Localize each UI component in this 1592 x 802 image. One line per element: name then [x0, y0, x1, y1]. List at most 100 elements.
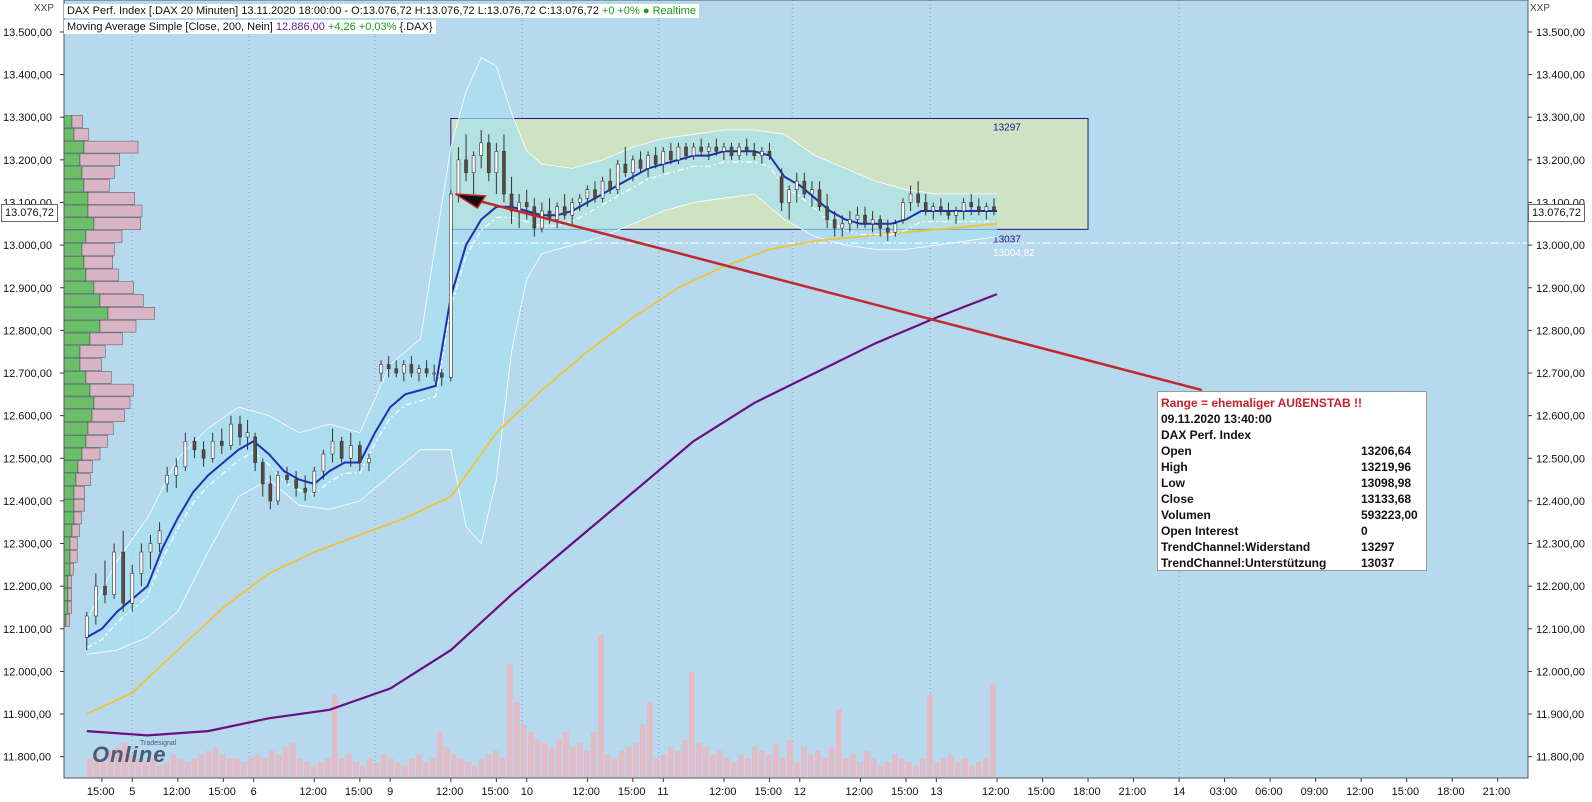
volume-bar: [870, 758, 877, 777]
volume-profile-buy-bar: [63, 140, 85, 154]
candle-body: [148, 543, 153, 553]
candle-body: [969, 202, 974, 208]
volume-profile-buy-bar: [63, 511, 75, 525]
volume-bar: [891, 754, 898, 777]
candle-body: [977, 206, 981, 212]
volume-bar: [955, 762, 961, 777]
logo-brand: Tradesignal: [140, 740, 177, 747]
volume-profile-buy-bar: [63, 409, 93, 422]
candle-body: [810, 189, 814, 195]
candle-body: [699, 146, 703, 152]
volume-profile-sell-bar: [81, 243, 115, 256]
y-tick-label-right: 12.200,00: [1536, 581, 1585, 593]
volume-bar: [303, 762, 310, 777]
candle-body: [691, 146, 696, 156]
x-tick-label: 13: [930, 786, 942, 798]
x-tick-label: 14: [1173, 786, 1185, 798]
info-row-low: Low 13098,98: [1161, 475, 1426, 491]
info-title-row: Range = ehemaliger AUßENSTAB !!: [1161, 395, 1426, 411]
volume-bar: [793, 762, 800, 777]
current-price-tag-left: 13.076,72: [1, 204, 58, 222]
candle-body: [479, 142, 484, 156]
volume-profile-buy-bar: [63, 153, 81, 167]
volume-profile-buy-bar: [63, 498, 75, 512]
level-line-label: 13004,82: [993, 248, 1035, 259]
candle-body: [449, 193, 453, 378]
volume-bar: [646, 702, 653, 777]
volume-bar: [933, 762, 940, 777]
volume-bar: [548, 747, 555, 777]
volume-bar: [990, 683, 996, 777]
x-tick-label: 15:00: [891, 786, 919, 798]
volume-bar: [254, 754, 261, 777]
volume-profile-sell-bar: [67, 575, 72, 589]
candle-body: [157, 530, 162, 544]
candle-body: [848, 219, 852, 225]
volume-bar: [604, 754, 611, 777]
x-tick-label: 5: [129, 786, 135, 798]
volume-bar: [415, 754, 422, 777]
x-tick-label: 15:00: [618, 786, 646, 798]
volume-profile-sell-bar: [85, 230, 123, 243]
info-row-high: High 13219,96: [1161, 459, 1426, 475]
plot-area: [64, 0, 1528, 778]
candle-body: [593, 189, 597, 199]
candle-body: [379, 364, 383, 374]
volume-bar: [660, 754, 667, 777]
x-tick-label: 18:00: [1073, 786, 1101, 798]
volume-profile-buy-bar: [63, 550, 71, 563]
volume-profile-sell-bar: [67, 588, 72, 601]
volume-bar: [562, 732, 569, 777]
y-tick-label-left: 12.500,00: [3, 453, 52, 465]
x-tick-label: 12:00: [436, 786, 464, 798]
candle-body: [130, 573, 135, 604]
axis-corner-left: XXP: [34, 3, 54, 14]
info-row-open: Open 13206,64: [1161, 443, 1426, 459]
candle-body: [570, 202, 575, 216]
candle-body: [714, 146, 719, 152]
candle-body: [84, 615, 89, 638]
candle-body: [623, 163, 628, 173]
volume-bar: [730, 762, 737, 777]
info-key: Open: [1161, 444, 1192, 458]
volume-bar: [401, 765, 408, 777]
y-tick-label-left: 12.100,00: [3, 624, 52, 636]
candle-body: [916, 193, 920, 203]
y-tick-label-right: 12.300,00: [1536, 539, 1585, 551]
header-change: +0 +0%: [601, 5, 640, 17]
sma-legend-symbol: {.DAX}: [399, 21, 433, 33]
candle-body: [760, 151, 764, 156]
volume-bar: [240, 762, 247, 777]
volume-profile-buy-bar: [63, 524, 73, 537]
volume-bar: [807, 754, 814, 777]
y-tick-label-right: 12.800,00: [1536, 325, 1585, 337]
volume-bar: [226, 758, 233, 777]
volume-profile-sell-bar: [87, 422, 114, 435]
candle-body: [863, 214, 867, 225]
volume-profile-buy-bar: [63, 358, 81, 371]
candle-body: [386, 364, 391, 370]
volume-bar: [338, 758, 345, 777]
volume-bar: [408, 758, 415, 777]
volume-profile-sell-bar: [85, 268, 119, 282]
volume-bar: [632, 743, 639, 777]
y-tick-label-right: 12.500,00: [1536, 453, 1585, 465]
chart-header-line1: DAX Perf. Index [.DAX 20 Minuten] 13.11.…: [64, 4, 699, 18]
candle-body: [367, 457, 371, 463]
candle-body: [787, 189, 791, 203]
candle-body: [984, 206, 989, 212]
volume-profile-sell-bar: [77, 460, 93, 473]
volume-bar: [969, 765, 975, 777]
x-tick-label: 21:00: [1483, 786, 1511, 798]
x-tick-label: 12:00: [299, 786, 327, 798]
volume-bar: [772, 743, 779, 777]
candle-body: [669, 151, 673, 161]
volume-profile-buy-bar: [63, 230, 87, 243]
x-tick-label: 15:00: [1028, 786, 1056, 798]
candle-body: [901, 202, 905, 220]
candle-body: [439, 372, 444, 378]
volume-bar: [275, 754, 282, 777]
info-key: Volumen: [1161, 508, 1211, 522]
candle-body: [358, 445, 362, 463]
info-row-volume: Volumen 593223,00: [1161, 507, 1426, 523]
